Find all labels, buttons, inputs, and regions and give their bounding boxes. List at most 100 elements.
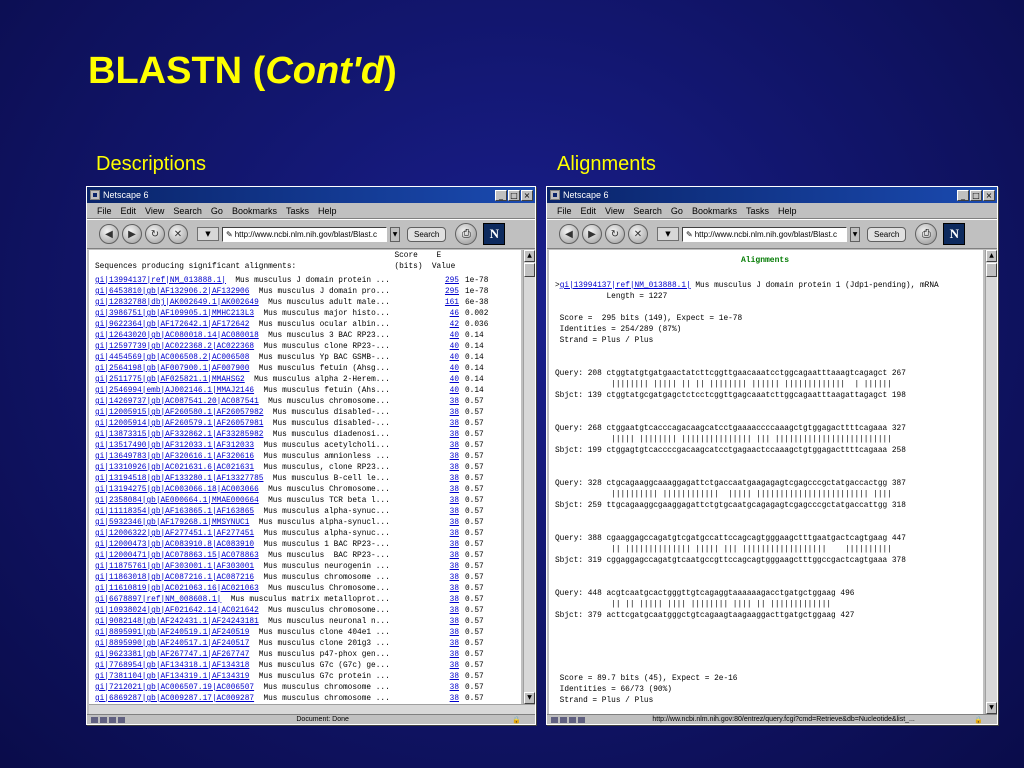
score-link[interactable]: 38 [437, 694, 459, 704]
score-link[interactable]: 38 [437, 474, 459, 485]
url-dropdown-button[interactable]: ▼ [850, 226, 860, 242]
score-link[interactable]: 38 [437, 595, 459, 606]
score-link[interactable]: 38 [437, 430, 459, 441]
menu-file[interactable]: File [557, 206, 572, 216]
history-dropdown[interactable]: ▼ [657, 227, 679, 241]
sequence-id-link[interactable]: gi|12000471|gb|AC078863.15|AC078863 [95, 552, 259, 560]
score-link[interactable]: 38 [437, 540, 459, 551]
sequence-id-link[interactable]: gi|13517490|gb|AF312033.1|AF312033 [95, 442, 254, 450]
sequence-id-link[interactable]: gi|2546994|emb|AJ002146.1|MMAJ2146 [95, 387, 254, 395]
sequence-id-link[interactable]: gi|11118354|gb|AF163865.1|AF163865 [95, 508, 254, 516]
sequence-id-link[interactable]: gi|11863018|gb|AC087216.1|AC087216 [95, 574, 254, 582]
score-link[interactable]: 38 [437, 650, 459, 661]
horizontal-scrollbar[interactable] [89, 704, 535, 714]
menu-help[interactable]: Help [778, 206, 797, 216]
score-link[interactable]: 295 [437, 287, 459, 298]
score-link[interactable]: 38 [437, 452, 459, 463]
menu-tasks[interactable]: Tasks [746, 206, 769, 216]
close-button[interactable]: × [521, 189, 533, 201]
score-link[interactable]: 40 [437, 386, 459, 397]
close-button[interactable]: × [983, 189, 995, 201]
scroll-down-arrow[interactable]: ▼ [986, 702, 997, 714]
sequence-id-link[interactable]: gi|6453810|gb|AF132906.2|AF132906 [95, 288, 249, 296]
sequence-id-link[interactable]: gi|5932346|gb|AF179268.1|MMSYNUC1 [95, 519, 249, 527]
score-link[interactable]: 38 [437, 683, 459, 694]
sequence-id-link[interactable]: gi|12000473|gb|AC083910.8|AC083910 [95, 541, 254, 549]
scroll-thumb[interactable] [524, 263, 535, 277]
minimize-button[interactable]: _ [957, 189, 969, 201]
score-link[interactable]: 46 [437, 309, 459, 320]
stop-button[interactable]: ✕ [168, 224, 188, 244]
menu-view[interactable]: View [145, 206, 164, 216]
sequence-id-link[interactable]: gi|7381104|gb|AF134319.1|AF134319 [95, 673, 249, 681]
score-link[interactable]: 40 [437, 375, 459, 386]
maximize-button[interactable]: □ [970, 189, 982, 201]
sequence-id-link[interactable]: gi|13873315|gb|AF332862.1|AF33285982 [95, 431, 263, 439]
sequence-id-link[interactable]: gi|7768954|gb|AF134318.1|AF134318 [95, 662, 249, 670]
score-link[interactable]: 38 [437, 584, 459, 595]
sequence-id-link[interactable]: gi|8895990|gb|AF240517.1|AF240517 [95, 640, 249, 648]
sequence-id-link[interactable]: gi|11875761|gb|AF303001.1|AF303001 [95, 563, 254, 571]
score-link[interactable]: 161 [437, 298, 459, 309]
url-field[interactable]: ✎ http://www.ncbi.nlm.nih.gov/blast/Blast… [682, 226, 847, 242]
reload-button[interactable]: ↻ [605, 224, 625, 244]
sequence-id-link[interactable]: gi|12643020|gb|AC080018.14|AC080018 [95, 332, 259, 340]
history-dropdown[interactable]: ▼ [197, 227, 219, 241]
sequence-id-link[interactable]: gi|2511775|gb|AF025821.1|MMAHSG2 [95, 376, 245, 384]
score-link[interactable]: 38 [437, 672, 459, 683]
menu-search[interactable]: Search [633, 206, 662, 216]
score-link[interactable]: 38 [437, 441, 459, 452]
score-link[interactable]: 38 [437, 507, 459, 518]
sequence-id-link[interactable]: gi|12005914|gb|AF260579.1|AF26057981 [95, 420, 263, 428]
score-link[interactable]: 40 [437, 353, 459, 364]
sequence-id-link[interactable]: gi|12832788|dbj|AK002649.1|AK002649 [95, 299, 259, 307]
score-link[interactable]: 38 [437, 628, 459, 639]
score-link[interactable]: 38 [437, 485, 459, 496]
print-icon[interactable]: ⎙ [455, 223, 478, 245]
back-button[interactable]: ◀ [99, 224, 119, 244]
score-link[interactable]: 40 [437, 331, 459, 342]
score-link[interactable]: 38 [437, 408, 459, 419]
scroll-up-arrow[interactable]: ▲ [986, 250, 997, 262]
vertical-scrollbar[interactable]: ▲ ▼ [523, 250, 535, 704]
sequence-id-link[interactable]: gi|9622364|gb|AF172642.1|AF172642 [95, 321, 249, 329]
menu-edit[interactable]: Edit [121, 206, 137, 216]
print-icon[interactable]: ⎙ [915, 223, 938, 245]
sequence-id-link[interactable]: gi|2358084|gb|AE000664.1|MMAE000664 [95, 497, 259, 505]
score-link[interactable]: 38 [437, 496, 459, 507]
score-link[interactable]: 38 [437, 639, 459, 650]
sequence-id-link[interactable]: gi|6678897|ref|NM_008608.1| [95, 596, 221, 604]
menu-help[interactable]: Help [318, 206, 337, 216]
sequence-id-link[interactable]: gi|12597739|gb|AC022368.2|AC022368 [95, 343, 254, 351]
sequence-id-link[interactable]: gi|12006322|gb|AF277451.1|AF277451 [95, 530, 254, 538]
score-link[interactable]: 38 [437, 606, 459, 617]
sequence-id-link[interactable]: gi|9082148|gb|AF242431.1|AF24243181 [95, 618, 259, 626]
netscape-logo[interactable]: N [483, 223, 506, 245]
score-link[interactable]: 295 [437, 276, 459, 287]
sequence-id-link[interactable]: gi|4454569|gb|AC006508.2|AC006508 [95, 354, 249, 362]
score-link[interactable]: 42 [437, 320, 459, 331]
sequence-id-link[interactable]: gi|9623381|gb|AF267747.1|AF267747 [95, 651, 249, 659]
minimize-button[interactable]: _ [495, 189, 507, 201]
score-link[interactable]: 38 [437, 617, 459, 628]
score-link[interactable]: 38 [437, 397, 459, 408]
sequence-id-link[interactable]: gi|13649783|gb|AF320616.1|AF320616 [95, 453, 254, 461]
menu-go[interactable]: Go [211, 206, 223, 216]
sequence-id-link[interactable]: gi|12005915|gb|AF260580.1|AF26057982 [95, 409, 263, 417]
score-link[interactable]: 38 [437, 661, 459, 672]
hit-accession-link[interactable]: gi|13994137|ref|NM_013888.1| [560, 282, 691, 290]
score-link[interactable]: 40 [437, 342, 459, 353]
score-link[interactable]: 38 [437, 551, 459, 562]
menu-search[interactable]: Search [173, 206, 202, 216]
menu-bookmarks[interactable]: Bookmarks [692, 206, 737, 216]
score-link[interactable]: 38 [437, 562, 459, 573]
reload-button[interactable]: ↻ [145, 224, 165, 244]
score-link[interactable]: 40 [437, 364, 459, 375]
url-dropdown-button[interactable]: ▼ [390, 226, 400, 242]
sequence-id-link[interactable]: gi|13994137|ref|NM_013888.1| [95, 277, 226, 285]
search-button[interactable]: Search [867, 226, 907, 242]
sequence-id-link[interactable]: gi|2564198|gb|AF007900.1|AF007900 [95, 365, 249, 373]
vertical-scrollbar[interactable]: ▲ ▼ [985, 250, 997, 714]
url-field[interactable]: ✎ http://www.ncbi.nlm.nih.gov/blast/Blast… [222, 226, 387, 242]
menu-tasks[interactable]: Tasks [286, 206, 309, 216]
